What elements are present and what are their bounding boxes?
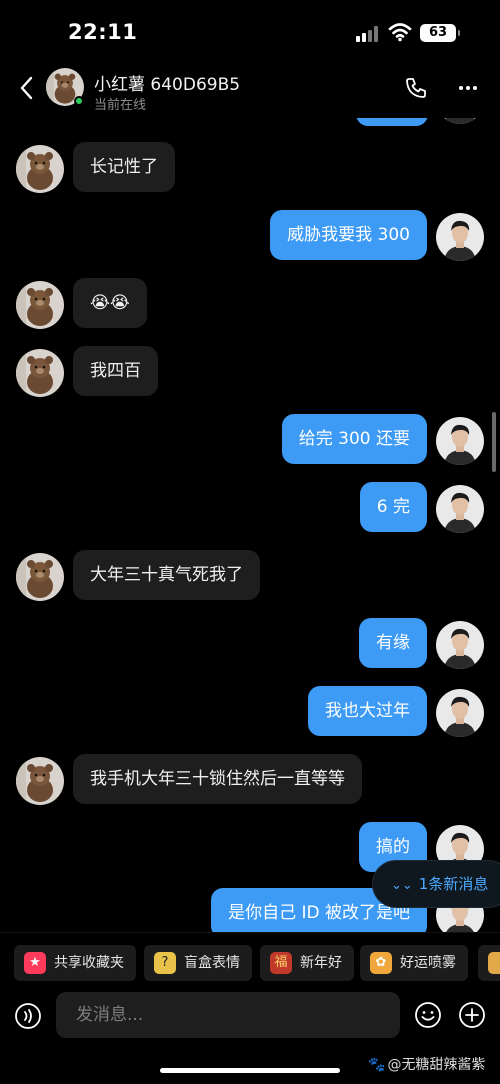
message-bubble[interactable]: 给完 300 还要 — [281, 414, 427, 464]
new-messages-label: 1条新消息 — [418, 875, 489, 893]
message-row: 有缘 — [0, 616, 500, 676]
back-arrow-icon[interactable] — [16, 74, 38, 102]
message-bubble[interactable]: 大年三十真气死我了 — [73, 550, 260, 600]
avatar[interactable] — [436, 213, 484, 261]
more-options-icon[interactable] — [456, 76, 480, 100]
message-bubble[interactable]: 威胁我要我 300 — [270, 210, 427, 260]
avatar[interactable] — [436, 485, 484, 533]
partial-message-bubble — [356, 118, 428, 126]
watermark-text: @无糖甜辣酱紫 — [387, 1057, 486, 1073]
wifi-icon — [388, 23, 412, 42]
message-input[interactable] — [56, 992, 400, 1038]
message-bubble[interactable]: 长记性了 — [73, 142, 175, 192]
avatar[interactable] — [16, 281, 64, 329]
contact-name[interactable]: 小红薯 640D69B5 — [94, 70, 240, 95]
cellular-signal-icon — [356, 26, 380, 42]
quick-action-lucky-spray[interactable]: ✿ 好运喷雾 — [360, 945, 468, 981]
message-bubble[interactable]: 我四百 — [73, 346, 158, 396]
bookmark-icon: ★ — [24, 952, 46, 974]
status-time: 22:11 — [68, 20, 138, 44]
avatar[interactable] — [436, 621, 484, 669]
paw-icon: 🐾 — [368, 1057, 386, 1073]
message-row: 😭😭 — [0, 276, 500, 336]
message-input-bar — [0, 992, 500, 1044]
avatar[interactable] — [16, 145, 64, 193]
double-chevron-down-icon: ⌄⌄ — [391, 878, 413, 893]
quick-action-label: 共享收藏夹 — [54, 955, 124, 971]
message-row: 威胁我要我 300 — [0, 208, 500, 268]
emoji-icon[interactable] — [414, 1001, 442, 1029]
message-row: 我也大过年 — [0, 684, 500, 744]
avatar[interactable] — [436, 417, 484, 465]
quick-action-label: 新年好 — [300, 955, 342, 971]
message-row: 我手机大年三十锁住然后一直等等 — [0, 752, 500, 812]
message-row: 长记性了 — [0, 140, 500, 200]
question-box-icon: ? — [154, 952, 176, 974]
battery-indicator: 63 — [420, 24, 460, 42]
avatar[interactable] — [436, 689, 484, 737]
chat-header: 小红薯 640D69B5 当前在线 — [0, 62, 500, 118]
new-messages-button[interactable]: ⌄⌄ 1条新消息 — [372, 860, 500, 908]
quick-actions-bar: ★ 共享收藏夹 ? 盲盒表情 福 新年好 ✿ 好运喷雾 — [0, 932, 500, 992]
voice-icon[interactable] — [14, 1002, 42, 1030]
home-indicator — [160, 1068, 340, 1073]
quick-action-label: 好运喷雾 — [400, 955, 456, 971]
online-status-dot — [74, 96, 84, 106]
message-row: 我四百 — [0, 344, 500, 404]
message-list[interactable]: 长记性了 威胁我要我 300 😭😭 我四百 给完 300 还要 6 完 大年三十… — [0, 118, 500, 932]
phone-icon[interactable] — [404, 76, 428, 100]
new-year-icon: 福 — [270, 952, 292, 974]
lucky-spray-icon: ✿ — [370, 952, 392, 974]
quick-action-blind-box[interactable]: ? 盲盒表情 — [144, 945, 252, 981]
avatar[interactable] — [16, 349, 64, 397]
status-bar: 22:11 63 — [0, 0, 500, 66]
message-bubble[interactable]: 我手机大年三十锁住然后一直等等 — [73, 754, 362, 804]
quick-action-label: 盲盒表情 — [184, 955, 240, 971]
message-bubble[interactable]: 😭😭 — [73, 278, 147, 328]
watermark: 🐾 @无糖甜辣酱紫 — [368, 1054, 485, 1074]
message-row: 大年三十真气死我了 — [0, 548, 500, 608]
message-row: 给完 300 还要 — [0, 412, 500, 472]
scrollbar[interactable] — [492, 412, 496, 472]
sticker-icon — [488, 952, 500, 974]
avatar[interactable] — [16, 553, 64, 601]
message-row: 6 完 — [0, 480, 500, 540]
avatar[interactable] — [16, 757, 64, 805]
contact-status: 当前在线 — [94, 98, 147, 113]
message-bubble[interactable]: 我也大过年 — [308, 686, 427, 736]
quick-action-new-year[interactable]: 福 新年好 — [260, 945, 354, 981]
plus-icon[interactable] — [458, 1001, 486, 1029]
quick-action-more[interactable] — [478, 945, 500, 981]
message-bubble[interactable]: 6 完 — [359, 482, 427, 532]
avatar — [436, 118, 484, 124]
quick-action-shared-favorites[interactable]: ★ 共享收藏夹 — [14, 945, 136, 981]
message-bubble[interactable]: 有缘 — [359, 618, 427, 668]
